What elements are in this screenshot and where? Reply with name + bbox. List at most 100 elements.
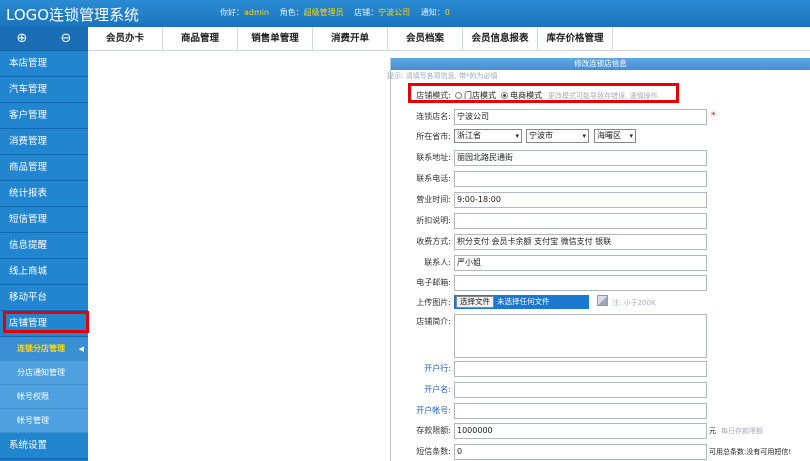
notice-label: 通知： xyxy=(420,8,445,17)
limit-label: 存款限额: xyxy=(416,426,451,435)
address-input[interactable]: 丽园北路民通街 xyxy=(454,150,707,166)
user-info: 你好：admin 角色：超级管理员 店铺：宁波公司 通知：0 xyxy=(220,7,450,18)
sidebar-sub-account-permissions[interactable]: 帐号权限 xyxy=(0,385,88,409)
highlight-box-mode xyxy=(408,83,679,103)
sidebar: ⊕ ⊖ 本店管理 汽车管理 客户管理 消费管理 商品管理 统计报表 短信管理 信… xyxy=(0,27,88,461)
account-no-input[interactable] xyxy=(454,403,707,419)
province-select[interactable]: 浙江省 ▾ xyxy=(454,129,522,143)
tab-sales-orders[interactable]: 销售单管理 xyxy=(238,27,313,50)
sidebar-sub-branch-notices[interactable]: 分店通知管理 xyxy=(0,361,88,385)
highlight-box-sidebar xyxy=(3,311,89,333)
chevron-down-icon: ▾ xyxy=(515,132,519,140)
city-select[interactable]: 宁波市 ▾ xyxy=(526,129,589,143)
row-address: 联系地址: 丽园北路民通街 xyxy=(391,149,810,167)
phone-input[interactable] xyxy=(454,171,707,187)
row-bank: 开户行: xyxy=(391,360,810,378)
collapse-all-icon[interactable]: ⊖ xyxy=(44,27,88,50)
region-label: 所在省市: xyxy=(416,132,451,141)
row-contact: 联系人: 严小姐 xyxy=(391,254,810,272)
row-account-name: 开户名: xyxy=(391,381,810,399)
expand-all-icon[interactable]: ⊕ xyxy=(0,27,44,50)
sidebar-item-store[interactable]: 本店管理 xyxy=(0,51,88,77)
sidebar-item-reports[interactable]: 统计报表 xyxy=(0,181,88,207)
top-nav: 会员办卡 商品管理 销售单管理 消费开单 会员档案 会员信息报表 库存价格管理 xyxy=(88,27,810,51)
contact-input[interactable]: 严小姐 xyxy=(454,255,707,271)
tab-consumption-order[interactable]: 消费开单 xyxy=(313,27,388,50)
sidebar-item-mobile[interactable]: 移动平台 xyxy=(0,285,88,311)
sidebar-item-customer[interactable]: 客户管理 xyxy=(0,103,88,129)
notice-count[interactable]: 0 xyxy=(445,8,450,17)
district-select[interactable]: 海曙区 ▾ xyxy=(594,129,636,143)
current-store: 宁波公司 xyxy=(378,8,411,17)
image-preview-icon xyxy=(597,295,608,306)
role-label: 角色： xyxy=(279,8,304,17)
edit-store-form: 修改连锁店信息 提示: 请填写各项信息, 带*的为必填 店铺模式: 门店模式 电… xyxy=(387,58,810,461)
chevron-down-icon: ▾ xyxy=(582,132,586,140)
account-name-label: 开户名: xyxy=(424,385,451,394)
discount-input[interactable] xyxy=(454,213,707,229)
row-name: 连锁店名: 宁波公司 * xyxy=(391,108,810,126)
row-discount: 折扣说明: xyxy=(391,212,810,230)
sidebar-item-products[interactable]: 商品管理 xyxy=(0,155,88,181)
sidebar-item-online-mall[interactable]: 线上商城 xyxy=(0,259,88,285)
no-file-text: 未选择任何文件 xyxy=(497,297,550,306)
address-label: 联系地址: xyxy=(416,153,451,162)
chevron-down-icon: ▾ xyxy=(629,132,633,140)
tab-membership-card[interactable]: 会员办卡 xyxy=(88,27,163,50)
row-intro: 店铺简介: xyxy=(391,313,810,359)
row-hours: 营业时间: 9:00-18:00 xyxy=(391,191,810,209)
name-label: 连锁店名: xyxy=(416,112,451,121)
row-payment: 收费方式: 积分支付 会员卡余额 支付宝 微信支付 银联 xyxy=(391,233,810,251)
email-label: 电子邮箱: xyxy=(416,278,451,287)
sidebar-item-car[interactable]: 汽车管理 xyxy=(0,77,88,103)
row-upload: 上传图片: 选择文件 未选择任何文件 注: 小于200K xyxy=(391,294,810,312)
contact-label: 联系人: xyxy=(424,258,451,267)
choose-file-button[interactable]: 选择文件 xyxy=(456,296,494,308)
store-name-input[interactable]: 宁波公司 xyxy=(454,109,707,125)
sidebar-item-reminders[interactable]: 信息提醒 xyxy=(0,233,88,259)
bank-input[interactable] xyxy=(454,361,707,377)
city-value: 宁波市 xyxy=(529,131,553,140)
account-name-input[interactable] xyxy=(454,382,707,398)
row-sms: 短信条数: 0 可用总条数:没有可用短信! xyxy=(391,443,810,461)
sidebar-sub-chain-stores[interactable]: 连锁分店管理 xyxy=(0,337,88,361)
intro-label: 店铺简介: xyxy=(416,317,451,326)
sidebar-item-consumption[interactable]: 消费管理 xyxy=(0,129,88,155)
sidebar-toolbar: ⊕ ⊖ xyxy=(0,27,88,51)
payment-input[interactable]: 积分支付 会员卡余额 支付宝 微信支付 银联 xyxy=(454,234,707,250)
tab-products[interactable]: 商品管理 xyxy=(163,27,238,50)
form-title: 修改连锁店信息 xyxy=(391,58,810,70)
discount-label: 折扣说明: xyxy=(416,216,451,225)
sms-note: 可用总条数:没有可用短信! xyxy=(709,448,792,456)
bank-label: 开户行: xyxy=(424,364,451,373)
account-no-label: 开户帐号: xyxy=(416,406,451,415)
province-value: 浙江省 xyxy=(457,131,481,140)
email-input[interactable] xyxy=(454,275,707,291)
hello-label: 你好： xyxy=(220,8,244,17)
form-hint: 提示: 请填写各项信息, 带*的为必填 xyxy=(387,72,498,80)
tab-member-report[interactable]: 会员信息报表 xyxy=(463,27,538,50)
sidebar-item-system-settings[interactable]: 系统设置 xyxy=(0,433,88,459)
district-value: 海曙区 xyxy=(597,131,621,140)
tab-member-files[interactable]: 会员档案 xyxy=(388,27,463,50)
tab-inventory-price[interactable]: 库存价格管理 xyxy=(538,27,613,50)
required-mark: * xyxy=(711,111,716,121)
sidebar-sub-accounts[interactable]: 帐号管理 xyxy=(0,409,88,433)
upload-note: 注: 小于200K xyxy=(612,299,656,307)
limit-input[interactable]: 1000000 xyxy=(454,423,707,439)
sms-input[interactable]: 0 xyxy=(454,444,707,460)
row-phone: 联系电话: xyxy=(391,170,810,188)
row-account-no: 开户帐号: xyxy=(391,402,810,420)
hours-input[interactable]: 9:00-18:00 xyxy=(454,192,707,208)
main-content: 修改连锁店信息 提示: 请填写各项信息, 带*的为必填 店铺模式: 门店模式 电… xyxy=(88,52,810,461)
app-logo: LOGO连锁管理系统 xyxy=(6,6,140,24)
limit-note: 每日存款限额 xyxy=(721,427,763,435)
username[interactable]: admin xyxy=(244,8,269,17)
sidebar-item-sms[interactable]: 短信管理 xyxy=(0,207,88,233)
intro-textarea[interactable] xyxy=(454,314,707,358)
upload-label: 上传图片: xyxy=(416,298,451,307)
file-upload-input[interactable]: 选择文件 未选择任何文件 xyxy=(454,295,589,309)
payment-label: 收费方式: xyxy=(416,237,451,246)
user-role: 超级管理员 xyxy=(303,8,344,17)
limit-unit: 元 xyxy=(709,427,716,435)
